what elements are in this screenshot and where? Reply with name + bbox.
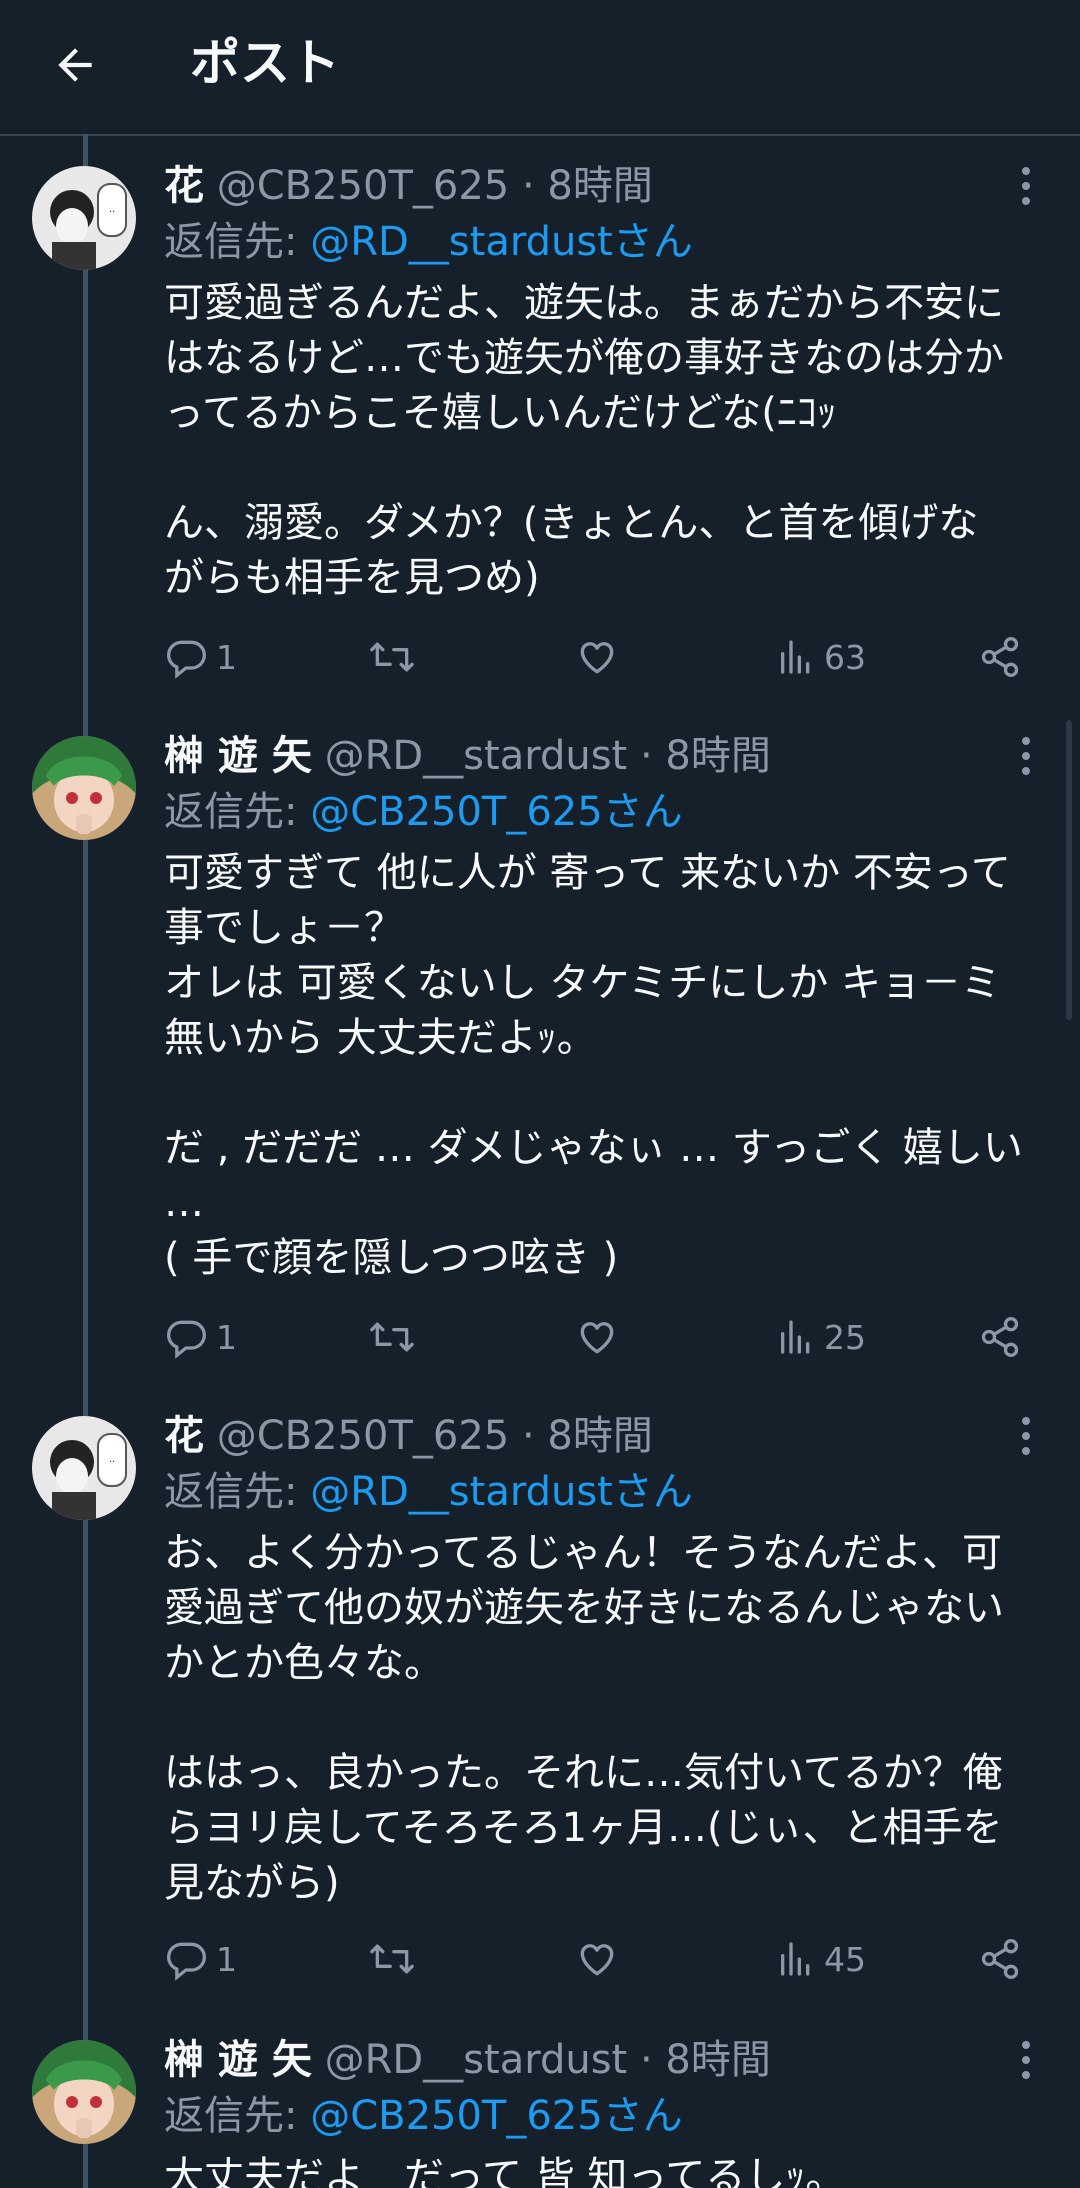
like-button[interactable] — [574, 1929, 628, 1989]
display-name[interactable]: 花 — [164, 163, 204, 209]
retweet-icon — [370, 1322, 414, 1352]
share-button[interactable] — [978, 1929, 1022, 1989]
views-count: 25 — [824, 1317, 866, 1357]
more-icon — [1022, 737, 1030, 745]
avatar[interactable] — [32, 736, 136, 840]
share-button[interactable] — [978, 627, 1022, 687]
share-button[interactable] — [978, 1307, 1022, 1367]
retweet-button[interactable] — [368, 1307, 424, 1367]
separator-dot: · — [521, 163, 535, 209]
reply-button[interactable]: 1 — [164, 627, 237, 687]
reply-to-link[interactable]: @RD__stardustさん — [310, 219, 693, 265]
more-options-button[interactable] — [1006, 1408, 1046, 1464]
tweet[interactable]: .. 花 @CB250T_625 · 8時間 返信先: @RD__stardus… — [0, 134, 1080, 704]
reply-label: 返信先: — [164, 2093, 311, 2139]
post-time[interactable]: 8時間 — [547, 1413, 652, 1459]
avatar[interactable]: .. — [32, 166, 136, 270]
tweet-header: 花 @CB250T_625 · 8時間 — [164, 158, 653, 214]
svg-text:..: .. — [109, 1454, 115, 1465]
tweet[interactable]: .. 花 @CB250T_625 · 8時間 返信先: @RD__stardus… — [0, 1384, 1080, 2008]
tweet[interactable]: 榊 遊 矢 @RD__stardust · 8時間 返信先: @CB250T_6… — [0, 704, 1080, 1384]
top-bar: ポスト — [0, 0, 1080, 136]
views-button[interactable]: 25 — [776, 1307, 866, 1367]
like-icon — [580, 1322, 614, 1354]
like-button[interactable] — [574, 1307, 628, 1367]
reply-icon — [167, 1942, 206, 1981]
views-count: 63 — [824, 637, 866, 677]
avatar[interactable]: .. — [32, 1416, 136, 1520]
reply-to-line: 返信先: @RD__stardustさん — [164, 1464, 693, 1520]
separator-dot: · — [639, 733, 653, 779]
tweet-text: 可愛すぎて 他に人が 寄って 来ないか 不安って 事でしょ－？ オレは 可愛くな… — [164, 850, 1023, 1281]
tweet-header: 榊 遊 矢 @RD__stardust · 8時間 — [164, 2032, 771, 2088]
user-handle[interactable]: @CB250T_625 — [217, 1413, 510, 1459]
more-options-button[interactable] — [1006, 2032, 1046, 2088]
more-icon — [1022, 2041, 1030, 2049]
separator-dot: · — [639, 2037, 653, 2083]
views-count: 45 — [824, 1939, 866, 1979]
tweet[interactable]: 榊 遊 矢 @RD__stardust · 8時間 返信先: @CB250T_6… — [0, 2008, 1080, 2188]
tweet-text: 可愛過ぎるんだよ、遊矢は。まぁだから不安に はなるけど…でも遊矢が俺の事好きなの… — [164, 280, 1004, 601]
display-name[interactable]: 榊 遊 矢 — [164, 2037, 312, 2083]
user-handle[interactable]: @CB250T_625 — [217, 163, 510, 209]
tweet-text: お、よく分かってるじゃん！そうなんだよ、可 愛過ぎて他の奴が遊矢を好きになるんじ… — [164, 1530, 1004, 1906]
post-time[interactable]: 8時間 — [547, 163, 652, 209]
reply-label: 返信先: — [164, 789, 311, 835]
display-name[interactable]: 榊 遊 矢 — [164, 733, 312, 779]
display-name[interactable]: 花 — [164, 1413, 204, 1459]
views-icon — [781, 1942, 810, 1976]
like-button[interactable] — [574, 627, 628, 687]
tweet-text: 大丈夫だよ だって 皆 知ってるしｯ。 — [164, 2154, 846, 2188]
more-options-button[interactable] — [1006, 158, 1046, 214]
reply-count: 1 — [216, 1939, 237, 1979]
reply-icon — [167, 1320, 206, 1359]
avatar[interactable] — [32, 2040, 136, 2144]
views-icon — [781, 640, 810, 674]
reply-count: 1 — [216, 1317, 237, 1357]
reply-to-link[interactable]: @CB250T_625さん — [310, 789, 683, 835]
scrollbar[interactable] — [1066, 720, 1072, 1020]
retweet-icon — [370, 1944, 414, 1974]
reply-count: 1 — [216, 637, 237, 677]
share-icon — [981, 1939, 1019, 1979]
reply-to-line: 返信先: @RD__stardustさん — [164, 214, 693, 270]
like-icon — [580, 642, 614, 674]
action-bar: 1 63 — [164, 627, 1044, 687]
reply-to-link[interactable]: @CB250T_625さん — [310, 2093, 683, 2139]
retweet-button[interactable] — [368, 1929, 424, 1989]
svg-text:..: .. — [109, 204, 115, 215]
separator-dot: · — [521, 1413, 535, 1459]
more-options-button[interactable] — [1006, 728, 1046, 784]
like-icon — [580, 1944, 614, 1976]
reply-label: 返信先: — [164, 1469, 311, 1515]
user-handle[interactable]: @RD__stardust — [325, 733, 628, 779]
post-time[interactable]: 8時間 — [665, 2037, 770, 2083]
views-button[interactable]: 45 — [776, 1929, 866, 1989]
tweet-header: 榊 遊 矢 @RD__stardust · 8時間 — [164, 728, 771, 784]
share-icon — [981, 637, 1019, 677]
more-icon — [1022, 167, 1030, 175]
tweet-header: 花 @CB250T_625 · 8時間 — [164, 1408, 653, 1464]
back-button[interactable] — [40, 30, 110, 100]
reply-button[interactable]: 1 — [164, 1307, 237, 1367]
page-title: ポスト — [190, 34, 340, 92]
retweet-button[interactable] — [368, 627, 424, 687]
user-handle[interactable]: @RD__stardust — [325, 2037, 628, 2083]
reply-to-line: 返信先: @CB250T_625さん — [164, 2088, 683, 2144]
reply-to-line: 返信先: @CB250T_625さん — [164, 784, 683, 840]
reply-label: 返信先: — [164, 219, 311, 265]
share-icon — [981, 1317, 1019, 1357]
retweet-icon — [370, 642, 414, 672]
views-icon — [781, 1320, 810, 1354]
reply-to-link[interactable]: @RD__stardustさん — [310, 1469, 693, 1515]
post-time[interactable]: 8時間 — [665, 733, 770, 779]
action-bar: 1 45 — [164, 1929, 1044, 1989]
reply-icon — [167, 640, 206, 679]
views-button[interactable]: 63 — [776, 627, 866, 687]
more-icon — [1022, 1417, 1030, 1425]
reply-button[interactable]: 1 — [164, 1929, 237, 1989]
action-bar: 1 25 — [164, 1307, 1044, 1367]
back-arrow-icon — [58, 48, 92, 82]
